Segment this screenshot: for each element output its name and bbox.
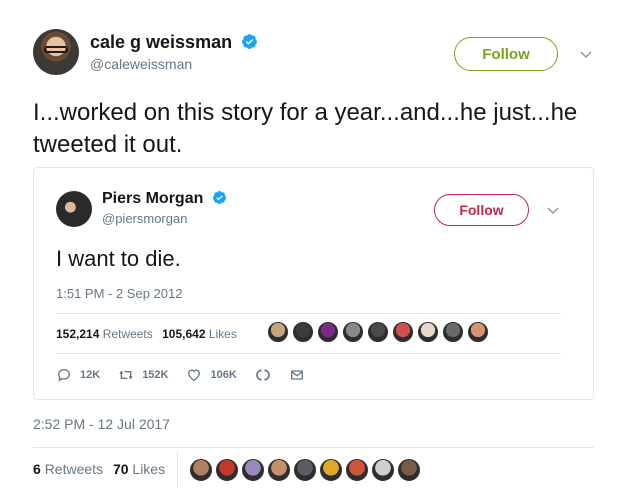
liker-avatar[interactable] <box>467 321 489 343</box>
moments-action[interactable] <box>255 367 271 383</box>
liker-avatar[interactable] <box>392 321 414 343</box>
liker-avatar[interactable] <box>292 321 314 343</box>
liker-avatar[interactable] <box>215 458 239 482</box>
quoted-follow-button[interactable]: Follow <box>434 194 529 226</box>
chevron-down-icon[interactable] <box>578 46 594 62</box>
moments-icon <box>256 369 270 381</box>
author-name[interactable]: cale g weissman <box>90 32 258 53</box>
liker-avatar[interactable] <box>371 458 395 482</box>
liker-avatar[interactable] <box>397 458 421 482</box>
quoted-timestamp[interactable]: 1:51 PM - 2 Sep 2012 <box>56 286 182 301</box>
stats-separator <box>177 451 178 487</box>
avatar[interactable] <box>33 29 79 75</box>
dm-action[interactable] <box>289 367 305 383</box>
liker-avatar[interactable] <box>367 321 389 343</box>
heart-icon <box>188 369 201 382</box>
liker-avatar[interactable] <box>317 321 339 343</box>
reply-icon <box>57 368 71 382</box>
likes-label[interactable]: Likes <box>132 461 165 477</box>
quoted-author-name-text[interactable]: Piers Morgan <box>102 190 203 207</box>
liker-avatar[interactable] <box>342 321 364 343</box>
quoted-likes-label[interactable]: Likes <box>209 327 237 341</box>
liker-avatar[interactable] <box>267 458 291 482</box>
quoted-likes-count[interactable]: 105,642 <box>162 327 205 341</box>
verified-badge-icon <box>242 34 258 49</box>
author-handle[interactable]: @caleweissman <box>90 56 192 72</box>
liker-avatar[interactable] <box>319 458 343 482</box>
divider <box>56 353 561 354</box>
quoted-retweets-count[interactable]: 152,214 <box>56 327 99 341</box>
like-count: 106K <box>210 369 237 381</box>
divider <box>56 313 561 314</box>
tweet-stats: 6 Retweets 70 Likes <box>33 461 165 477</box>
quoted-stats: 152,214 Retweets 105,642 Likes <box>56 327 237 341</box>
chevron-down-icon[interactable] <box>545 202 561 218</box>
retweet-count: 152K <box>142 369 169 381</box>
avatar-glasses <box>44 46 68 53</box>
dm-icon <box>290 370 303 380</box>
liker-avatar[interactable] <box>241 458 265 482</box>
liker-avatar[interactable] <box>189 458 213 482</box>
quoted-author-handle[interactable]: @piersmorgan <box>102 211 187 226</box>
liker-avatar[interactable] <box>293 458 317 482</box>
quoted-author-name[interactable]: Piers Morgan <box>102 190 227 208</box>
likes-count[interactable]: 70 <box>113 461 129 477</box>
quoted-tweet-text: I want to die. <box>56 246 181 271</box>
liker-avatar[interactable] <box>417 321 439 343</box>
verified-badge-icon <box>212 190 226 205</box>
liker-avatar[interactable] <box>345 458 369 482</box>
likers-avatars <box>189 458 421 482</box>
author-name-text[interactable]: cale g weissman <box>90 32 232 52</box>
like-action[interactable]: 106K <box>186 367 237 383</box>
retweet-icon <box>119 370 133 380</box>
quoted-retweets-label[interactable]: Retweets <box>103 327 153 341</box>
tweet-text: I...worked on this story for a year...an… <box>33 99 578 158</box>
follow-button[interactable]: Follow <box>454 37 558 71</box>
retweets-label[interactable]: Retweets <box>45 461 103 477</box>
quoted-likers-avatars <box>267 321 489 343</box>
quoted-avatar[interactable] <box>56 191 92 227</box>
liker-avatar[interactable] <box>267 321 289 343</box>
liker-avatar[interactable] <box>442 321 464 343</box>
reply-count: 12K <box>80 369 101 381</box>
quoted-actions: 12K 152K 106K <box>56 367 323 383</box>
tweet-timestamp[interactable]: 2:52 PM - 12 Jul 2017 <box>33 416 170 432</box>
retweet-action[interactable]: 152K <box>118 367 168 383</box>
retweets-count[interactable]: 6 <box>33 461 41 477</box>
reply-action[interactable]: 12K <box>56 367 100 383</box>
embedded-tweet-card[interactable]: Piers Morgan @piersmorgan Follow I want … <box>33 167 594 400</box>
divider <box>33 447 594 448</box>
